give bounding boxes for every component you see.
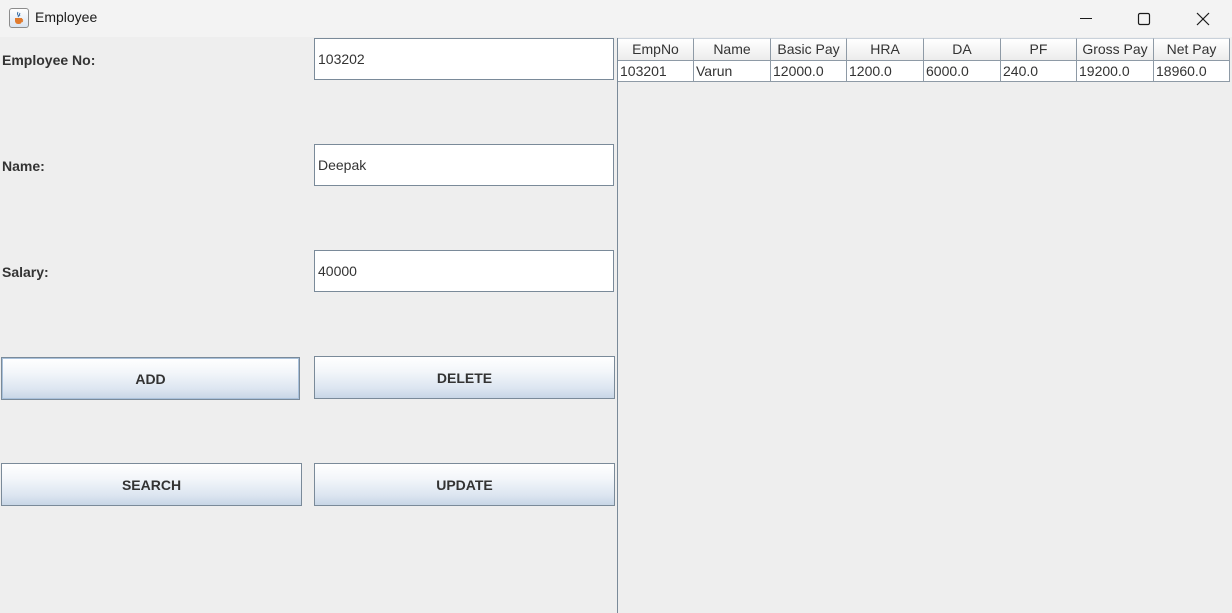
- maximize-icon: [1137, 12, 1151, 26]
- column-header-hra[interactable]: HRA: [847, 38, 924, 61]
- table-cell-gross-pay[interactable]: 19200.0: [1077, 61, 1154, 81]
- delete-button[interactable]: DELETE: [314, 356, 615, 399]
- table-row[interactable]: 103201 Varun 12000.0 1200.0 6000.0 240.0…: [618, 61, 1230, 82]
- column-header-basic-pay[interactable]: Basic Pay: [771, 38, 847, 61]
- employee-no-field[interactable]: [314, 38, 614, 80]
- table-body: 103201 Varun 12000.0 1200.0 6000.0 240.0…: [618, 61, 1230, 82]
- name-label: Name:: [2, 158, 45, 174]
- column-header-gross-pay[interactable]: Gross Pay: [1077, 38, 1154, 61]
- maximize-button[interactable]: [1115, 0, 1173, 37]
- table-cell-empno[interactable]: 103201: [618, 61, 694, 81]
- column-header-empno[interactable]: EmpNo: [618, 38, 694, 61]
- add-button[interactable]: ADD: [1, 357, 300, 400]
- employee-table-scrollpane[interactable]: EmpNo Name Basic Pay HRA DA PF Gross Pay…: [617, 38, 1230, 613]
- java-cup-icon: [9, 8, 29, 28]
- column-header-da[interactable]: DA: [924, 38, 1001, 61]
- table-cell-hra[interactable]: 1200.0: [847, 61, 924, 81]
- salary-field[interactable]: [314, 250, 614, 292]
- table-cell-net-pay[interactable]: 18960.0: [1154, 61, 1230, 81]
- title-bar: Employee: [0, 0, 1232, 37]
- minimize-icon: [1080, 18, 1092, 19]
- name-field[interactable]: [314, 144, 614, 186]
- column-header-pf[interactable]: PF: [1001, 38, 1077, 61]
- salary-label: Salary:: [2, 264, 49, 280]
- close-button[interactable]: [1174, 0, 1232, 37]
- close-icon: [1196, 12, 1210, 26]
- update-button[interactable]: UPDATE: [314, 463, 615, 506]
- search-button[interactable]: SEARCH: [1, 463, 302, 506]
- table-cell-da[interactable]: 6000.0: [924, 61, 1001, 81]
- table-cell-pf[interactable]: 240.0: [1001, 61, 1077, 81]
- table-cell-basic-pay[interactable]: 12000.0: [771, 61, 847, 81]
- column-header-net-pay[interactable]: Net Pay: [1154, 38, 1230, 61]
- table-cell-name[interactable]: Varun: [694, 61, 771, 81]
- content-pane: Employee No: Name: Salary: ADD DELETE SE…: [0, 37, 1232, 613]
- column-header-name[interactable]: Name: [694, 38, 771, 61]
- minimize-button[interactable]: [1057, 0, 1115, 37]
- window-title: Employee: [35, 9, 98, 25]
- employee-no-label: Employee No:: [2, 52, 96, 68]
- table-header: EmpNo Name Basic Pay HRA DA PF Gross Pay…: [618, 38, 1230, 61]
